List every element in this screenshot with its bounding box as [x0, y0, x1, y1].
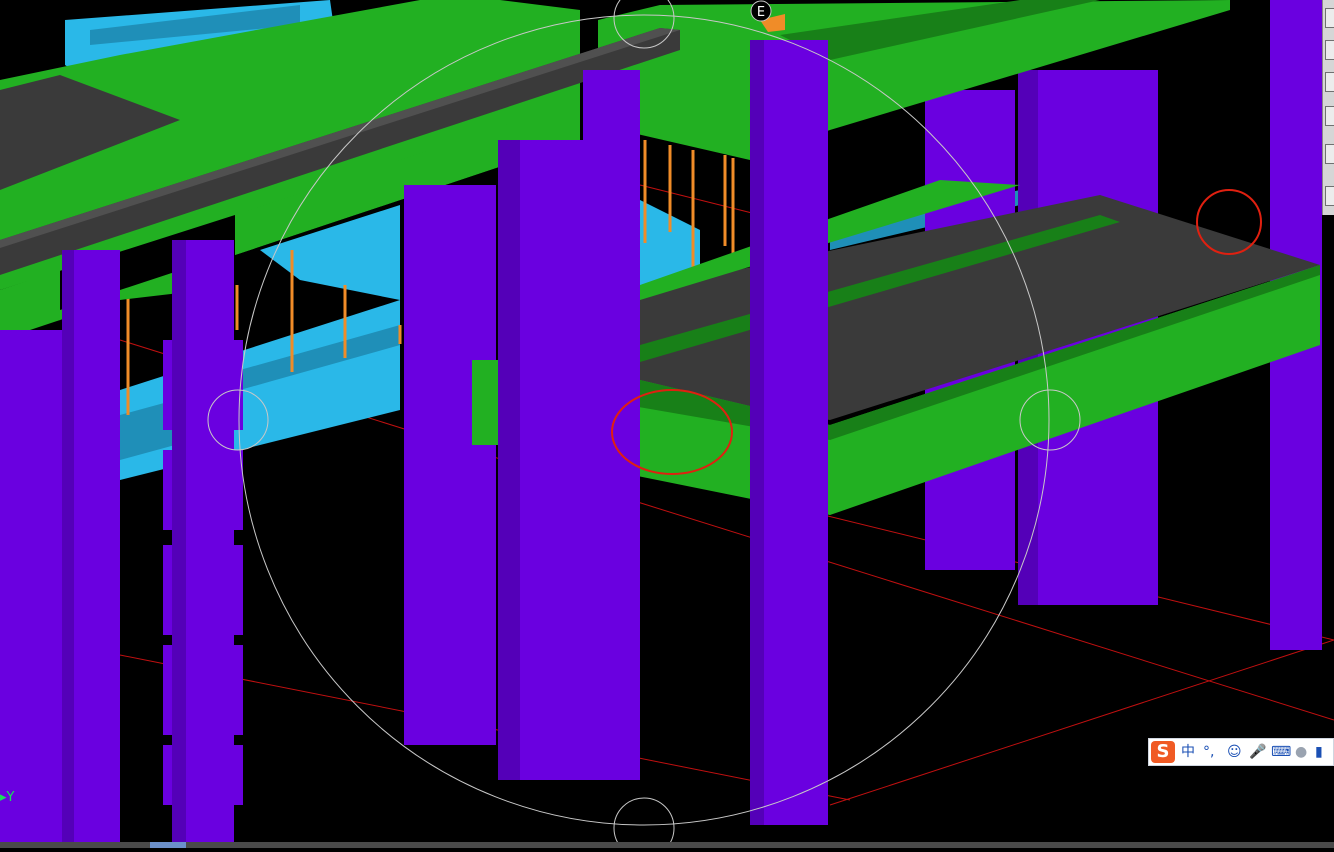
microphone-icon[interactable]: 🎤 [1249, 743, 1266, 761]
emoji-icon[interactable]: ☺ [1227, 743, 1242, 761]
bottom-tab-active[interactable] [150, 842, 186, 848]
user-icon[interactable]: ● [1295, 743, 1307, 761]
compass-indicator[interactable]: E [750, 0, 772, 22]
compass-label: E [757, 5, 765, 20]
column-center[interactable] [498, 70, 640, 780]
skin-icon[interactable]: ▮ [1315, 743, 1323, 761]
keyboard-icon[interactable]: ⌨ [1271, 743, 1291, 761]
column-left[interactable] [0, 250, 120, 848]
column-center-left[interactable] [404, 185, 498, 745]
ime-punct-toggle[interactable]: °, [1203, 743, 1214, 761]
view-toolbar [1322, 0, 1334, 215]
axis-y-label: Y [6, 790, 15, 805]
column-front[interactable] [750, 40, 828, 825]
toolbar-button-6[interactable] [1325, 186, 1334, 206]
column-stepped[interactable] [163, 240, 243, 848]
orbit-grip-bottom [613, 797, 675, 852]
model-canvas[interactable]: E [0, 0, 1334, 852]
ime-mode-toggle[interactable]: 中 [1181, 743, 1195, 761]
ucs-axis-y: ▸Y [0, 790, 14, 805]
3d-model-viewport[interactable]: E [0, 0, 1334, 852]
sogou-logo-icon[interactable]: S [1151, 741, 1175, 763]
toolbar-button-5[interactable] [1325, 144, 1334, 164]
toolbar-button-1[interactable] [1325, 8, 1334, 28]
toolbar-button-4[interactable] [1325, 106, 1334, 126]
ime-status-bar: S 中 °, ☺ 🎤 ⌨ ● ▮ [1148, 738, 1334, 766]
bottom-status-strip [0, 842, 1334, 848]
toolbar-button-3[interactable] [1325, 72, 1334, 92]
toolbar-button-2[interactable] [1325, 40, 1334, 60]
